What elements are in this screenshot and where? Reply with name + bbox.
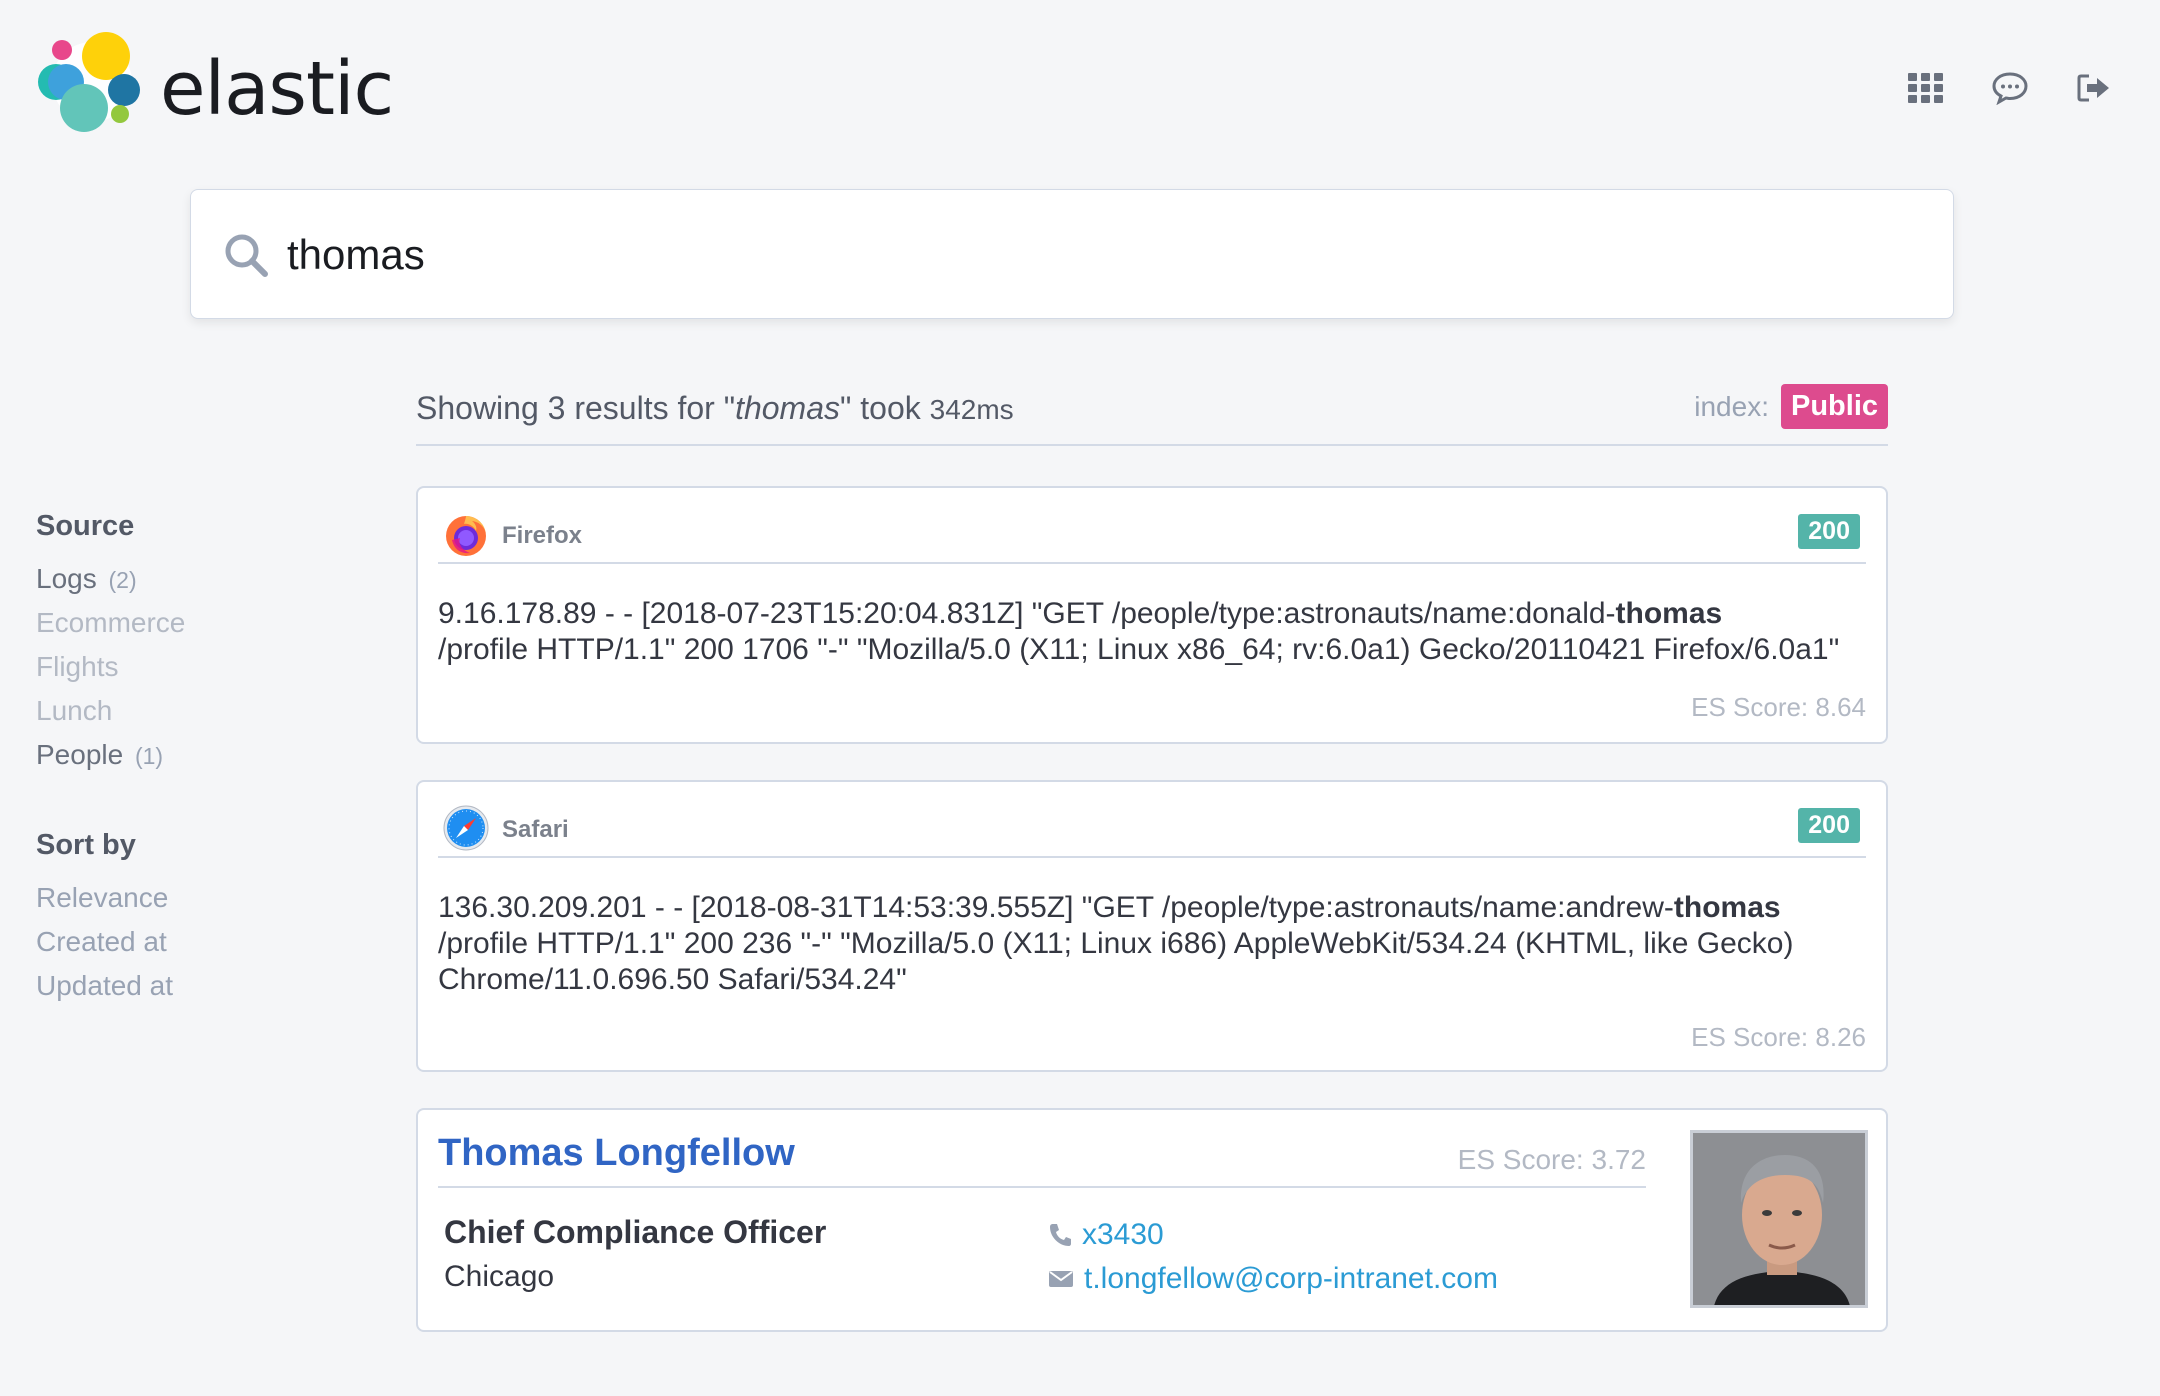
- source-label: Lunch: [36, 695, 113, 726]
- results-summary: Showing 3 results for "thomas" took 342m…: [416, 380, 1888, 446]
- chat-icon[interactable]: [1990, 68, 2030, 108]
- email-address: t.longfellow@corp-intranet.com: [1084, 1262, 1498, 1295]
- search-icon: [225, 234, 268, 277]
- sort-section: Sort by Relevance Created at Updated at: [36, 829, 336, 1008]
- index-label: index:: [1694, 390, 1769, 422]
- search-input[interactable]: [287, 218, 1887, 292]
- person-avatar-icon: [1693, 1133, 1865, 1305]
- person-result-card[interactable]: Thomas Longfellow ES Score: 3.72 Chief C…: [416, 1108, 1888, 1332]
- es-score: ES Score: 8.26: [1691, 1022, 1866, 1052]
- source-label: Logs: [36, 563, 97, 594]
- apps-grid-icon[interactable]: [1906, 68, 1946, 108]
- log-text-after: /profile HTTP/1.1" 200 236 "-" "Mozilla/…: [438, 927, 1794, 996]
- divider: [438, 1186, 1646, 1188]
- envelope-icon: [1049, 1271, 1073, 1287]
- sort-relevance[interactable]: Relevance: [36, 876, 336, 920]
- phone-link[interactable]: x3430: [1048, 1218, 1164, 1252]
- browser-name: Safari: [502, 816, 569, 843]
- log-highlight: thomas: [1615, 597, 1723, 630]
- card-header: Firefox 200: [438, 508, 1866, 564]
- source-label: Ecommerce: [36, 607, 186, 638]
- status-badge: 200: [1798, 514, 1860, 549]
- status-badge: 200: [1798, 808, 1860, 843]
- summary-mid: " took: [840, 390, 930, 426]
- source-item-flights[interactable]: Flights: [36, 645, 336, 689]
- phone-number: x3430: [1082, 1218, 1164, 1251]
- browser-name: Firefox: [502, 522, 583, 549]
- card-header: Safari 200: [438, 802, 1866, 858]
- person-photo: [1690, 1130, 1868, 1308]
- sort-created-at[interactable]: Created at: [36, 920, 336, 964]
- index-badge[interactable]: Public: [1780, 384, 1888, 429]
- brand-name: elastic: [160, 46, 394, 132]
- source-item-logs[interactable]: Logs (2): [36, 557, 336, 601]
- summary-took: 342ms: [929, 394, 1014, 425]
- source-label: Flights: [36, 651, 119, 682]
- log-text-before: 9.16.178.89 - - [2018-07-23T15:20:04.831…: [438, 597, 1616, 630]
- summary-query: thomas: [735, 390, 840, 426]
- index-indicator: index: Public: [1694, 384, 1888, 429]
- sidebar: Source Logs (2) Ecommerce Flights Lunch …: [36, 510, 336, 1008]
- person-name-link[interactable]: Thomas Longfellow: [438, 1132, 795, 1175]
- log-message: 9.16.178.89 - - [2018-07-23T15:20:04.831…: [438, 596, 1866, 668]
- log-text-before: 136.30.209.201 - - [2018-08-31T14:53:39.…: [438, 891, 1674, 924]
- log-message: 136.30.209.201 - - [2018-08-31T14:53:39.…: [438, 890, 1866, 998]
- elastic-logo-icon: [38, 32, 140, 132]
- source-heading: Source: [36, 510, 135, 542]
- email-link[interactable]: t.longfellow@corp-intranet.com: [1048, 1262, 1498, 1296]
- source-item-people[interactable]: People (1): [36, 733, 336, 777]
- summary-prefix: Showing 3 results for ": [416, 390, 736, 426]
- header-icons: [1906, 68, 2114, 108]
- source-item-ecommerce[interactable]: Ecommerce: [36, 601, 336, 645]
- es-score: ES Score: 3.72: [1457, 1144, 1646, 1175]
- summary-text: Showing 3 results for "thomas" took 342m…: [416, 390, 1014, 427]
- source-count: (2): [108, 567, 137, 593]
- person-city: Chicago: [444, 1260, 555, 1293]
- logout-icon[interactable]: [2074, 68, 2114, 108]
- elastic-logo[interactable]: elastic: [34, 28, 394, 148]
- log-result-card[interactable]: Firefox 200 9.16.178.89 - - [2018-07-23T…: [416, 486, 1888, 744]
- es-score: ES Score: 8.64: [1691, 692, 1866, 722]
- log-result-card[interactable]: Safari 200 136.30.209.201 - - [2018-08-3…: [416, 780, 1888, 1072]
- log-highlight: thomas: [1673, 891, 1781, 924]
- source-list: Logs (2) Ecommerce Flights Lunch People …: [36, 557, 336, 777]
- source-item-lunch[interactable]: Lunch: [36, 689, 336, 733]
- search-box: [190, 189, 1954, 319]
- safari-icon: [443, 805, 489, 851]
- person-title: Chief Compliance Officer: [444, 1214, 827, 1250]
- sort-heading: Sort by: [36, 829, 136, 861]
- log-text-after: /profile HTTP/1.1" 200 1706 "-" "Mozilla…: [438, 633, 1840, 666]
- header: elastic: [0, 0, 2160, 180]
- phone-icon: [1050, 1224, 1071, 1246]
- sort-list: Relevance Created at Updated at: [36, 876, 336, 1008]
- source-label: People: [36, 739, 124, 770]
- sort-updated-at[interactable]: Updated at: [36, 964, 336, 1008]
- firefox-icon: [446, 516, 486, 556]
- source-count: (1): [134, 743, 164, 769]
